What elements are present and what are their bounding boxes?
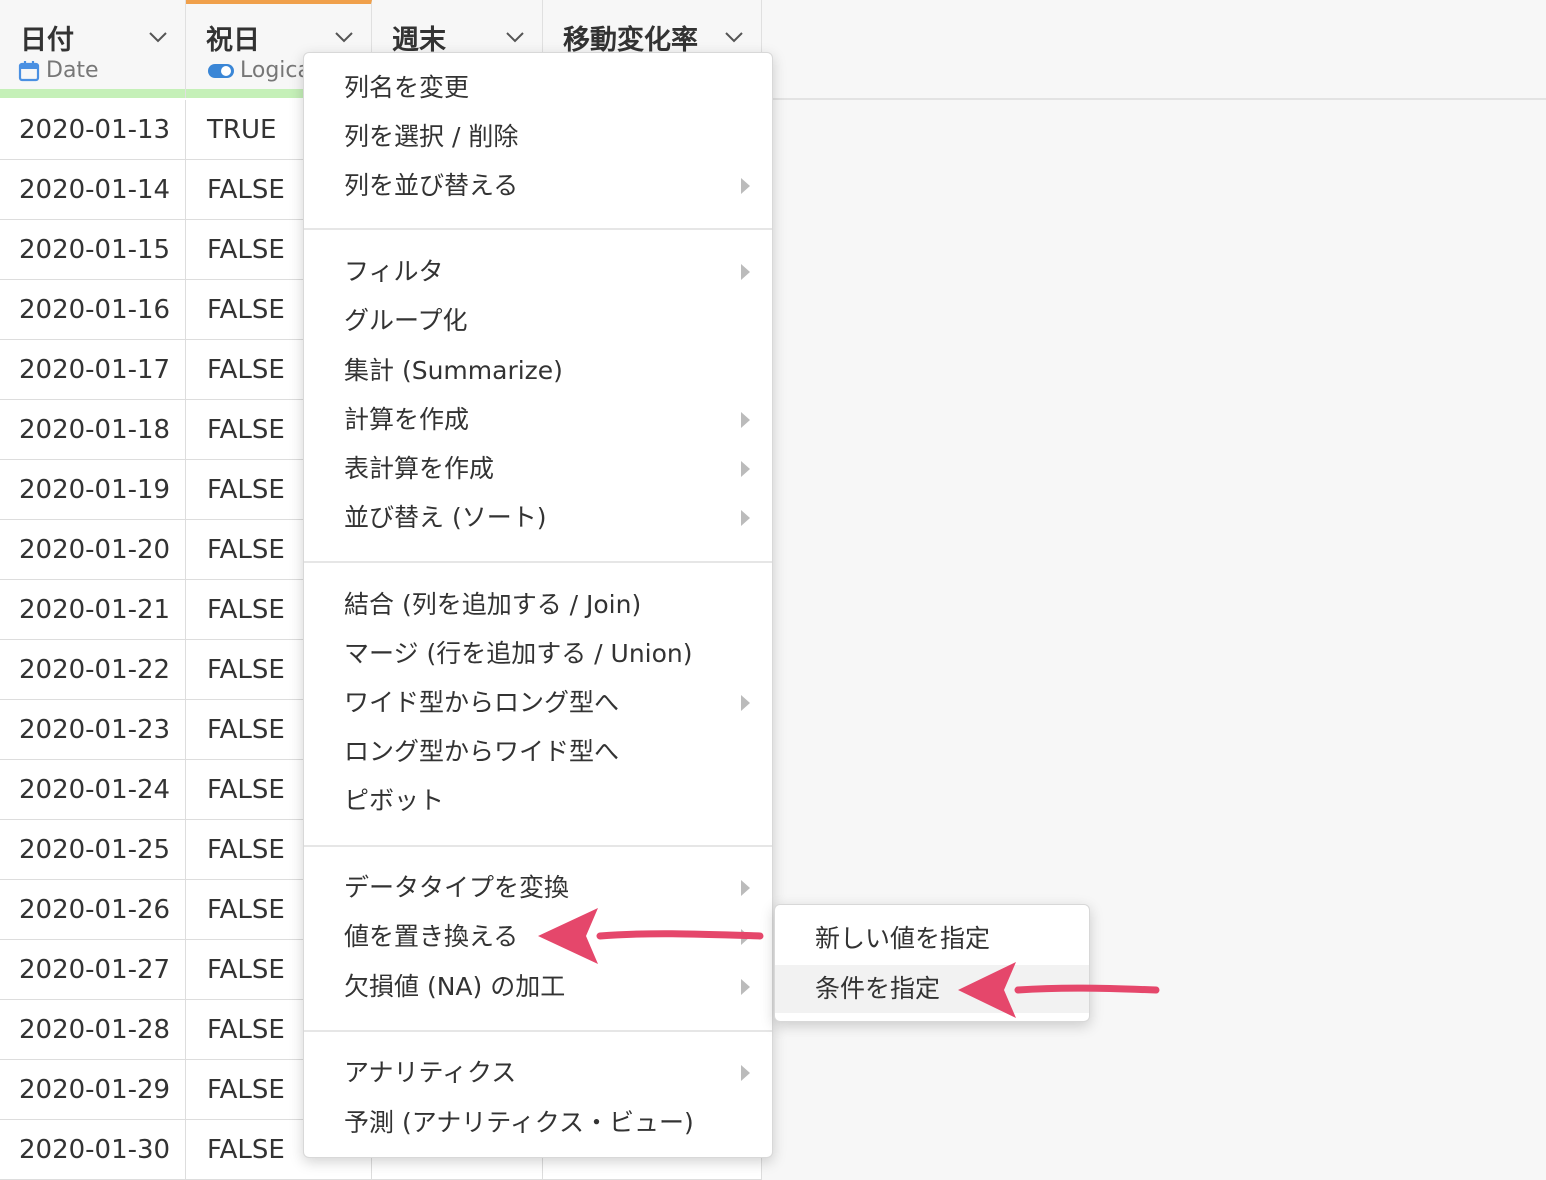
chevron-down-icon[interactable] bbox=[147, 26, 169, 48]
column-name: 日付 bbox=[20, 25, 74, 56]
menu-item-label: 欠損値 (NA) の加工 bbox=[344, 972, 566, 1001]
date-cell: 2020-01-18 bbox=[0, 400, 186, 460]
chevron-down-icon[interactable] bbox=[333, 26, 355, 48]
menu-item-label: 列を並び替える bbox=[344, 171, 519, 200]
date-cell: 2020-01-29 bbox=[0, 1060, 186, 1120]
submenu-arrow-icon bbox=[741, 1065, 750, 1081]
column-type: Date bbox=[18, 58, 99, 83]
column-name: 祝日 bbox=[206, 25, 260, 56]
menu-item-summarize[interactable]: 集計 (Summarize) bbox=[304, 348, 772, 394]
menu-divider bbox=[304, 228, 772, 230]
date-cell: 2020-01-19 bbox=[0, 460, 186, 520]
menu-item-wide-to-long[interactable]: ワイド型からロング型へ bbox=[304, 680, 772, 726]
menu-item-label: アナリティクス bbox=[344, 1058, 517, 1087]
column-context-menu: 列名を変更 列を選択 / 削除 列を並び替える フィルタ グループ化 集計 (S… bbox=[303, 52, 773, 1158]
menu-item-group-by[interactable]: グループ化 bbox=[304, 298, 772, 344]
column-type: Logica bbox=[208, 58, 311, 83]
menu-item-select-columns[interactable]: 列を選択 / 削除 bbox=[304, 114, 772, 160]
column-type-label: Date bbox=[46, 58, 99, 83]
submenu-arrow-icon bbox=[741, 178, 750, 194]
chevron-down-icon[interactable] bbox=[504, 26, 526, 48]
menu-item-join[interactable]: 結合 (列を追加する / Join) bbox=[304, 582, 772, 628]
menu-item-table-calculation[interactable]: 表計算を作成 bbox=[304, 446, 772, 492]
submenu-arrow-icon bbox=[741, 461, 750, 477]
date-cell: 2020-01-26 bbox=[0, 880, 186, 940]
menu-item-analytics[interactable]: アナリティクス bbox=[304, 1050, 772, 1096]
menu-item-label: 結合 (列を追加する / Join) bbox=[344, 590, 642, 619]
annotation-arrow-icon bbox=[538, 908, 764, 964]
menu-item-long-to-wide[interactable]: ロング型からワイド型へ bbox=[304, 729, 772, 775]
date-cell: 2020-01-16 bbox=[0, 280, 186, 340]
menu-divider bbox=[304, 1030, 772, 1032]
date-cell: 2020-01-13 bbox=[0, 100, 186, 160]
menu-item-label: 集計 (Summarize) bbox=[344, 356, 563, 385]
date-cell: 2020-01-23 bbox=[0, 700, 186, 760]
menu-item-filter[interactable]: フィルタ bbox=[304, 249, 772, 295]
submenu-arrow-icon bbox=[741, 412, 750, 428]
submenu-arrow-icon bbox=[741, 695, 750, 711]
date-cell: 2020-01-27 bbox=[0, 940, 186, 1000]
menu-item-label: 予測 (アナリティクス・ビュー) bbox=[344, 1108, 694, 1137]
menu-item-create-calculation[interactable]: 計算を作成 bbox=[304, 397, 772, 443]
quality-bar bbox=[0, 89, 185, 98]
submenu-arrow-icon bbox=[741, 880, 750, 896]
toggle-icon bbox=[208, 63, 234, 78]
menu-item-label: 列を選択 / 削除 bbox=[344, 122, 519, 151]
menu-item-forecast[interactable]: 予測 (アナリティクス・ビュー) bbox=[304, 1100, 772, 1146]
column-header-date[interactable]: 日付 Date bbox=[0, 0, 186, 98]
menu-item-label: 表計算を作成 bbox=[344, 454, 495, 483]
submenu-arrow-icon bbox=[741, 979, 750, 995]
menu-item-rename[interactable]: 列名を変更 bbox=[304, 65, 772, 111]
menu-item-label: マージ (行を追加する / Union) bbox=[344, 639, 693, 668]
date-cell: 2020-01-14 bbox=[0, 160, 186, 220]
menu-item-pivot[interactable]: ピボット bbox=[304, 778, 772, 824]
menu-item-label: ロング型からワイド型へ bbox=[344, 737, 620, 766]
menu-divider bbox=[304, 561, 772, 563]
menu-item-label: グループ化 bbox=[344, 306, 468, 335]
date-cell: 2020-01-24 bbox=[0, 760, 186, 820]
date-cell: 2020-01-20 bbox=[0, 520, 186, 580]
calendar-icon bbox=[18, 60, 40, 81]
date-cell: 2020-01-30 bbox=[0, 1120, 186, 1180]
date-cell: 2020-01-22 bbox=[0, 640, 186, 700]
date-cell: 2020-01-21 bbox=[0, 580, 186, 640]
submenu-arrow-icon bbox=[741, 510, 750, 526]
date-cell: 2020-01-28 bbox=[0, 1000, 186, 1060]
date-cell: 2020-01-15 bbox=[0, 220, 186, 280]
menu-item-label: 列名を変更 bbox=[344, 73, 470, 102]
submenu-item-label: 新しい値を指定 bbox=[815, 924, 991, 953]
menu-item-label: 計算を作成 bbox=[344, 405, 470, 434]
header-empty bbox=[762, 0, 1546, 100]
menu-item-label: フィルタ bbox=[344, 257, 444, 286]
menu-item-label: 並び替え (ソート) bbox=[344, 503, 547, 532]
date-cell: 2020-01-25 bbox=[0, 820, 186, 880]
column-type-label: Logica bbox=[240, 58, 311, 83]
menu-item-label: ピボット bbox=[344, 786, 445, 815]
menu-item-label: ワイド型からロング型へ bbox=[344, 688, 620, 717]
menu-item-union[interactable]: マージ (行を追加する / Union) bbox=[304, 631, 772, 677]
annotation-arrow-icon bbox=[958, 962, 1160, 1018]
menu-item-label: 値を置き換える bbox=[344, 922, 519, 951]
submenu-arrow-icon bbox=[741, 264, 750, 280]
menu-item-label: データタイプを変換 bbox=[344, 873, 570, 902]
submenu-item-label: 条件を指定 bbox=[815, 974, 941, 1003]
menu-item-sort[interactable]: 並び替え (ソート) bbox=[304, 495, 772, 541]
menu-item-reorder-columns[interactable]: 列を並び替える bbox=[304, 163, 772, 209]
chevron-down-icon[interactable] bbox=[723, 26, 745, 48]
date-cell: 2020-01-17 bbox=[0, 340, 186, 400]
menu-divider bbox=[304, 845, 772, 847]
